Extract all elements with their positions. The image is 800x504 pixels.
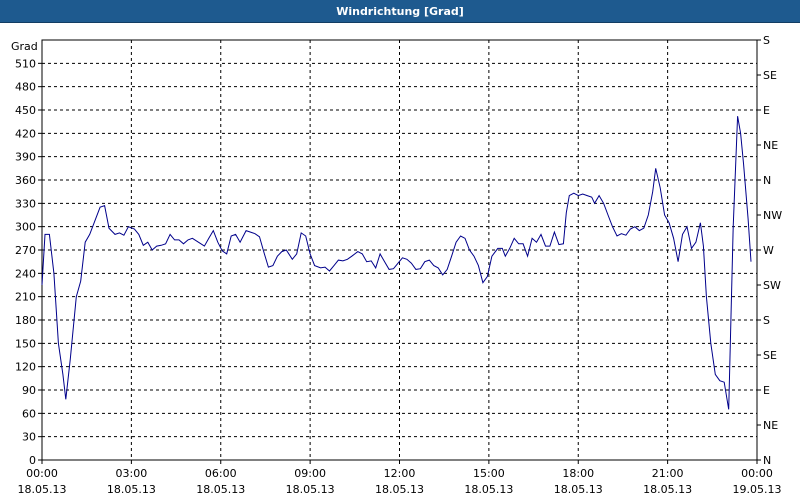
- x-tick-date: 18.05.13: [643, 483, 692, 496]
- x-tick-time: 21:00: [652, 467, 684, 480]
- y-tick-label: 390: [15, 151, 36, 164]
- wind-direction-line: [41, 116, 752, 410]
- grid-lines: [42, 40, 757, 460]
- y2-tick-label: N: [763, 174, 771, 187]
- y2-tick-label: S: [763, 314, 770, 327]
- chart-window: Windrichtung [Grad] 0 30 60 90 120 150 180 210 2…: [0, 0, 800, 500]
- y-axis-right: N NE E SE S SW W NW N NE E SE S: [757, 34, 782, 467]
- x-axis: 00:00 18.05.13 03:00 18.05.13 06:00 18.05.13 0…: [18, 460, 782, 496]
- y-tick-label: 480: [15, 81, 36, 94]
- y2-tick-label: SE: [763, 69, 777, 82]
- x-tick-date: 18.05.13: [196, 483, 245, 496]
- y2-tick-label: S: [763, 34, 770, 47]
- y2-tick-label: SE: [763, 349, 777, 362]
- x-tick-time: 00:00: [26, 467, 58, 480]
- y-tick-label: 270: [15, 244, 36, 257]
- y2-tick-label: W: [763, 244, 774, 257]
- y-tick-label: 60: [22, 407, 36, 420]
- x-tick-time: 03:00: [116, 467, 148, 480]
- x-tick-time: 09:00: [294, 467, 326, 480]
- x-tick-date: 18.05.13: [107, 483, 156, 496]
- x-tick-date: 18.05.13: [554, 483, 603, 496]
- y2-tick-label: E: [763, 104, 770, 117]
- y-tick-label: 30: [22, 431, 36, 444]
- y-tick-label: 330: [15, 197, 36, 210]
- y-axis-label: Grad: [11, 40, 38, 53]
- y-tick-label: 360: [15, 174, 36, 187]
- x-tick-time: 15:00: [473, 467, 505, 480]
- y2-tick-label: N: [763, 454, 771, 467]
- x-tick-time: 18:00: [562, 467, 594, 480]
- y2-tick-label: SW: [763, 279, 781, 292]
- x-tick-date: 18.05.13: [375, 483, 424, 496]
- y-tick-label: 150: [15, 337, 36, 350]
- y-tick-label: 180: [15, 314, 36, 327]
- plot-area: 0 30 60 90 120 150 180 210 240 270 300 330 360 390 420…: [0, 22, 800, 500]
- x-tick-time: 12:00: [384, 467, 416, 480]
- x-tick-time: 00:00: [741, 467, 773, 480]
- y2-tick-label: NE: [763, 139, 778, 152]
- wind-direction-chart: 0 30 60 90 120 150 180 210 240 270 300 330 360 390 420…: [11, 34, 782, 496]
- y-tick-label: 450: [15, 104, 36, 117]
- y-tick-label: 0: [29, 454, 36, 467]
- x-tick-date: 18.05.13: [464, 483, 513, 496]
- y-tick-label: 90: [22, 384, 36, 397]
- y-tick-label: 240: [15, 267, 36, 280]
- y2-tick-label: E: [763, 384, 770, 397]
- window-title: Windrichtung [Grad]: [0, 0, 800, 23]
- y-tick-label: 120: [15, 361, 36, 374]
- x-tick-date: 18.05.13: [286, 483, 335, 496]
- x-tick-date: 19.05.13: [733, 483, 782, 496]
- y-tick-label: 420: [15, 127, 36, 140]
- y-tick-label: 300: [15, 221, 36, 234]
- y2-tick-label: NW: [763, 209, 782, 222]
- y-tick-label: 510: [15, 57, 36, 70]
- y-tick-label: 210: [15, 291, 36, 304]
- series-group: [41, 116, 752, 410]
- y-axis-left: 0 30 60 90 120 150 180 210 240 270 300 330 360 390 420…: [15, 57, 42, 467]
- x-tick-date: 18.05.13: [18, 483, 67, 496]
- y2-tick-label: NE: [763, 419, 778, 432]
- x-tick-time: 06:00: [205, 467, 237, 480]
